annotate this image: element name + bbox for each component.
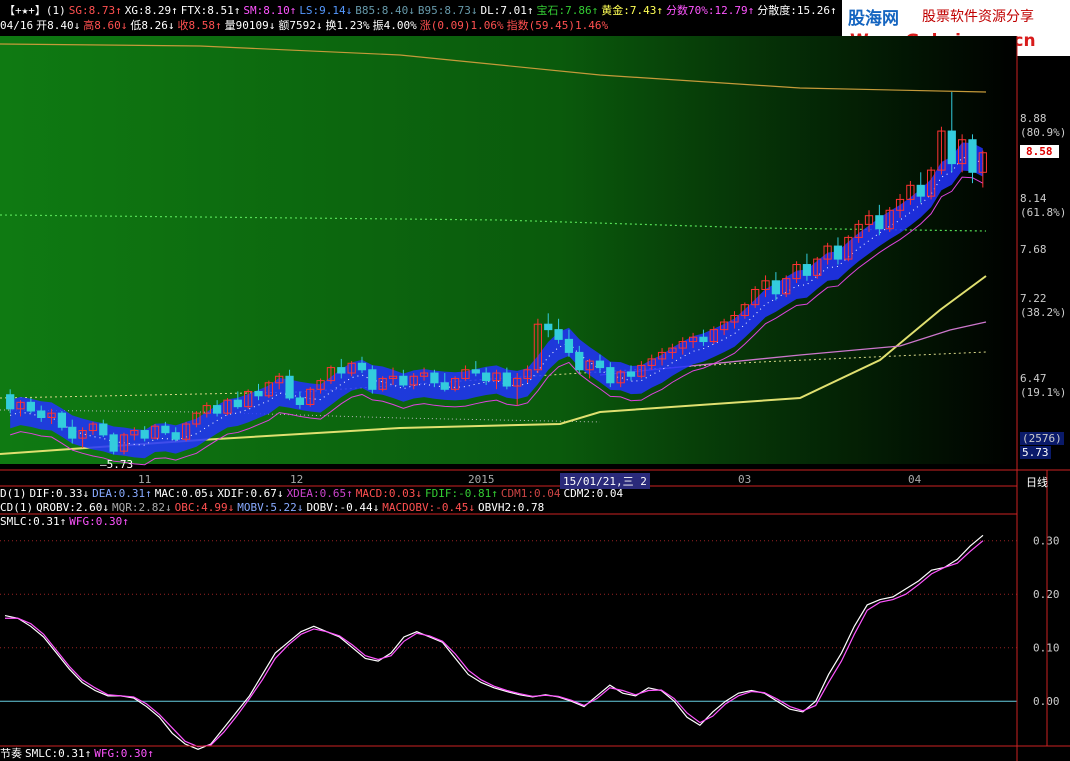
candle-body bbox=[947, 130, 956, 165]
candle-body bbox=[875, 215, 884, 230]
candle-body bbox=[482, 372, 491, 382]
macd-item-0: D(1) bbox=[0, 487, 27, 500]
x-axis-label-1: 12 bbox=[290, 473, 304, 486]
macd-item-5: XDEA:0.65↑ bbox=[286, 487, 353, 500]
candle-body bbox=[109, 434, 118, 452]
indicator-row-2: CD(1) QROBV:2.60↓ MQR:2.82↓ OBC:4.99↓ MOBV:5… bbox=[0, 501, 1017, 515]
candle-body bbox=[337, 367, 346, 374]
candle-body bbox=[368, 369, 377, 390]
x-axis-label-5: 04 bbox=[908, 473, 922, 486]
sub-axis-label-2: 0.10 bbox=[1033, 642, 1060, 655]
candle-body bbox=[502, 372, 511, 387]
candle-body bbox=[440, 382, 449, 390]
smlc-item-1: WFG:0.30↑ bbox=[69, 515, 129, 528]
obv-item-2: MQR:2.82↓ bbox=[111, 501, 172, 514]
candle-body bbox=[575, 351, 584, 371]
candle-body bbox=[295, 397, 305, 405]
candle-body bbox=[57, 412, 67, 428]
sub-series-wfg bbox=[5, 540, 984, 748]
candle-body bbox=[161, 425, 170, 434]
candle-body bbox=[802, 264, 812, 276]
footer-item-0: 节奏 bbox=[0, 747, 22, 760]
candle-body bbox=[699, 336, 708, 343]
macd-item-6: MACD:0.03↓ bbox=[355, 487, 423, 500]
macd-item-9: CDM2:0.04 bbox=[563, 487, 624, 500]
smlc-item-0: SMLC:0.31↑ bbox=[0, 515, 67, 528]
obv-item-5: DOBV:-0.44↓ bbox=[306, 501, 380, 514]
candle-body bbox=[357, 362, 367, 371]
candle-body bbox=[606, 367, 615, 384]
obv-item-4: MOBV:5.22↓ bbox=[237, 501, 304, 514]
price-axis-label-9: (2576) bbox=[1020, 432, 1064, 445]
candle-body bbox=[595, 360, 605, 369]
obv-item-1: QROBV:2.60↓ bbox=[36, 501, 109, 514]
x-axis-label-4: 03 bbox=[738, 473, 752, 486]
candle-body bbox=[99, 423, 108, 436]
period-label[interactable]: 日线 bbox=[1026, 474, 1048, 490]
candle-body bbox=[26, 401, 35, 412]
candle-body bbox=[833, 245, 843, 260]
candle-body bbox=[6, 394, 15, 410]
indicator-row-3: SMLC:0.31↑ WFG:0.30↑ bbox=[0, 515, 1017, 529]
macd-item-1: DIF:0.33↓ bbox=[29, 487, 90, 500]
macd-item-2: DEA:0.31↑ bbox=[92, 487, 152, 500]
indicator-row-1: D(1) DIF:0.33↓ DEA:0.31↑ MAC:0.05↓ XDIF:0.67… bbox=[0, 487, 1017, 501]
candle-body bbox=[68, 426, 77, 439]
price-axis-label-7: 6.47 bbox=[1020, 372, 1047, 385]
sub-axis-label-0: 0.30 bbox=[1033, 535, 1060, 548]
low-price-marker: —5.73 bbox=[100, 458, 133, 471]
footer-item-1: SMLC:0.31↑ bbox=[25, 747, 92, 760]
sub-axis-label-1: 0.20 bbox=[1033, 588, 1060, 601]
candle-body bbox=[968, 139, 977, 173]
obv-item-3: OBC:4.99↓ bbox=[174, 501, 235, 514]
x-axis-label-2: 2015 bbox=[468, 473, 495, 486]
price-axis-label-8: (19.1%) bbox=[1020, 386, 1067, 399]
candle-body bbox=[430, 372, 439, 384]
footer-item-2: WFG:0.30↑ bbox=[94, 747, 154, 760]
price-axis-label-5: 7.22 bbox=[1020, 292, 1047, 305]
price-axis-label-1: (80.9%) bbox=[1020, 126, 1067, 139]
obv-item-7: OBVH2:0.78 bbox=[478, 501, 545, 514]
candle-body bbox=[171, 432, 180, 440]
obv-item-0: CD(1) bbox=[0, 501, 34, 514]
sub-axis-label-3: 0.00 bbox=[1033, 695, 1060, 708]
obv-item-6: MACDOBV:-0.45↓ bbox=[382, 501, 476, 514]
x-axis-label-0: 11 bbox=[138, 473, 152, 486]
candle-body bbox=[554, 329, 563, 340]
candle-body bbox=[771, 280, 781, 295]
current-price-tag: 8.58 bbox=[1020, 145, 1059, 158]
price-axis-label-4: 7.68 bbox=[1020, 243, 1047, 256]
candle-body bbox=[544, 323, 553, 331]
macd-item-7: FDIF:-0.81↑ bbox=[425, 487, 498, 500]
candle-body bbox=[399, 375, 408, 386]
macd-item-3: MAC:0.05↓ bbox=[154, 487, 215, 500]
candle-body bbox=[564, 338, 574, 353]
price-axis-label-2: 8.14 bbox=[1020, 192, 1047, 205]
sub-series-smlc bbox=[4, 534, 984, 750]
chart-canvas: —5.73 0.30 0.20 0.10 0.00 bbox=[0, 36, 1070, 761]
candle-body bbox=[233, 399, 242, 408]
price-axis-label-6: (38.2%) bbox=[1020, 306, 1067, 319]
footer-row: 节奏 SMLC:0.31↑ WFG:0.30↑ bbox=[0, 747, 1017, 761]
candle-body bbox=[471, 369, 480, 374]
macd-item-4: XDIF:0.67↓ bbox=[217, 487, 284, 500]
macd-item-8: CDM1:0.04 bbox=[500, 487, 561, 500]
candle-body bbox=[140, 430, 149, 439]
candle-body bbox=[212, 405, 222, 414]
candle-body bbox=[285, 375, 294, 399]
price-axis-label-0: 8.88 bbox=[1020, 112, 1047, 125]
candle-body bbox=[37, 410, 46, 419]
price-axis-label-10: 5.73 bbox=[1020, 446, 1051, 459]
candle-body bbox=[916, 184, 925, 197]
candle-body bbox=[626, 371, 636, 377]
candle-body bbox=[254, 390, 263, 397]
price-axis-label-3: (61.8%) bbox=[1020, 206, 1067, 219]
